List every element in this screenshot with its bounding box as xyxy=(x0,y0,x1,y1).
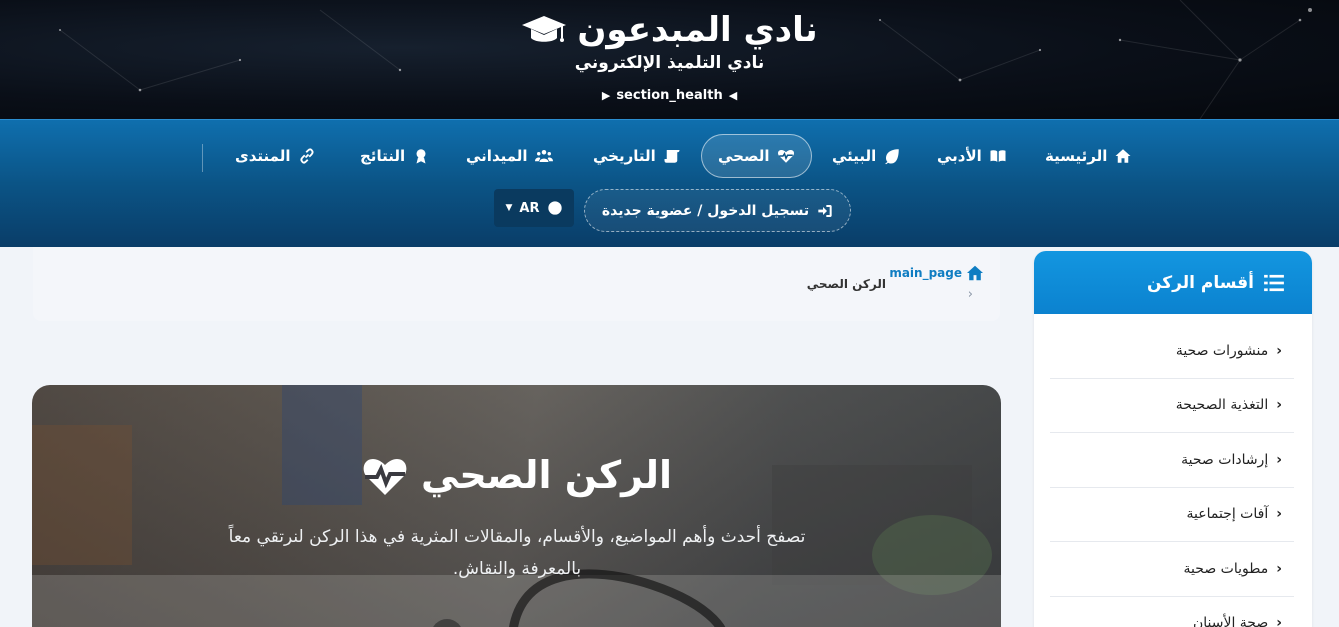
nav-item-label: الصحي xyxy=(718,147,770,165)
chevron-left-icon: ‹ xyxy=(1276,397,1282,414)
sidebar-item[interactable]: ‹ إرشادات صحية xyxy=(1050,433,1294,488)
sidebar-item-label: التغذية الصحيحة xyxy=(1175,397,1269,414)
login-register-label: تسجيل الدخول / عضوية جديدة xyxy=(601,202,810,219)
chevron-left-icon: ‹ xyxy=(1276,451,1282,468)
nav-item-environment[interactable]: البيئي xyxy=(832,134,901,178)
section-indicator: ◀ section_health ▶ xyxy=(0,88,1339,103)
nav-item-field[interactable]: الميداني xyxy=(466,134,553,178)
nav-menu: الرئيسية الأدبي البيئي الصحي التاريخي ال… xyxy=(0,134,1339,178)
sidebar-item-label: آفات إجتماعية xyxy=(1186,506,1269,523)
link-icon xyxy=(299,148,314,164)
site-title[interactable]: نادي المبدعون xyxy=(0,10,1339,50)
nav-item-label: التاريخي xyxy=(593,147,656,165)
sections-sidebar: أقسام الركن ‹ منشورات صحية ‹ التغذية الصحي… xyxy=(1034,251,1312,627)
graduation-cap-icon xyxy=(522,16,567,42)
nav-item-label: المنتدى xyxy=(235,147,291,165)
nav-item-label: الميداني xyxy=(466,147,528,165)
language-label: AR xyxy=(519,200,540,216)
hero-banner: الركن الصحي تصفح أحدث وأهم المواضيع، وال… xyxy=(32,385,1001,627)
leaf-icon xyxy=(885,149,900,165)
main-navigation: الرئيسية الأدبي البيئي الصحي التاريخي ال… xyxy=(0,119,1339,247)
heartbeat-icon xyxy=(777,150,794,163)
hero-title-text: الركن الصحي xyxy=(420,453,673,497)
hero-title: الركن الصحي xyxy=(32,453,1001,497)
sidebar-item-label: مطويات صحية xyxy=(1183,560,1269,577)
book-icon xyxy=(990,150,1006,162)
chevron-separator-icon: ‹ xyxy=(967,287,973,302)
breadcrumb-current: الركن الصحي xyxy=(806,277,886,291)
nav-item-literary[interactable]: الأدبي xyxy=(937,134,1007,178)
home-icon xyxy=(1115,149,1131,163)
triangle-left-icon: ◀ xyxy=(728,89,738,102)
sidebar-item-label: إرشادات صحية xyxy=(1181,451,1269,468)
chevron-left-icon: ‹ xyxy=(1276,560,1282,577)
sidebar-item-label: منشورات صحية xyxy=(1175,342,1269,359)
sidebar-item-label: صحة الأسنان xyxy=(1192,615,1269,627)
site-title-text: نادي المبدعون xyxy=(577,10,818,50)
sidebar-item[interactable]: ‹ التغذية الصحيحة xyxy=(1050,379,1294,433)
nav-item-results[interactable]: النتائج xyxy=(360,134,430,178)
nav-item-health[interactable]: الصحي xyxy=(701,134,812,178)
nav-item-label: الأدبي xyxy=(937,147,982,165)
sidebar-item[interactable]: ‹ مطويات صحية xyxy=(1050,542,1294,597)
sidebar-item[interactable]: ‹ منشورات صحية xyxy=(1050,324,1294,379)
scroll-icon xyxy=(664,150,680,163)
chevron-left-icon: ‹ xyxy=(1276,615,1282,627)
sign-in-icon xyxy=(818,204,832,217)
chevron-left-icon: ‹ xyxy=(1276,342,1282,359)
sidebar-title: أقسام الركن xyxy=(1147,272,1254,293)
award-icon xyxy=(416,149,426,164)
breadcrumb-home-label: main_page xyxy=(889,266,962,280)
breadcrumb-home-link[interactable]: main_page xyxy=(889,265,984,281)
nav-item-forum[interactable]: المنتدى xyxy=(235,134,316,178)
site-header: نادي المبدعون نادي التلميذ الإلكتروني ◀ … xyxy=(0,0,1339,119)
sidebar-item[interactable]: ‹ صحة الأسنان xyxy=(1050,597,1294,627)
nav-item-label: النتائج xyxy=(360,147,406,165)
nav-item-label: الرئيسية xyxy=(1045,147,1108,165)
language-selector[interactable]: AR ▼ xyxy=(494,189,574,227)
login-register-button[interactable]: تسجيل الدخول / عضوية جديدة xyxy=(584,189,851,232)
section-label: section_health xyxy=(616,88,723,103)
site-subtitle: نادي التلميذ الإلكتروني xyxy=(574,53,765,73)
users-icon xyxy=(534,150,553,162)
sidebar-header: أقسام الركن xyxy=(1034,251,1312,314)
sidebar-list: ‹ منشورات صحية ‹ التغذية الصحيحة ‹ إرشادات … xyxy=(1034,324,1312,627)
hero-description: تصفح أحدث وأهم المواضيع، والأقسام، والمق… xyxy=(228,527,806,579)
caret-down-icon: ▼ xyxy=(505,203,513,213)
home-icon xyxy=(967,265,983,281)
sidebar-item[interactable]: ‹ آفات إجتماعية xyxy=(1050,488,1294,542)
chevron-left-icon: ‹ xyxy=(1276,506,1282,523)
triangle-right-icon: ▶ xyxy=(601,89,611,102)
list-icon xyxy=(1264,274,1284,291)
breadcrumb: main_page ‹ الركن الصحي xyxy=(33,247,1000,321)
nav-item-home[interactable]: الرئيسية xyxy=(1045,134,1132,178)
heartbeat-icon xyxy=(363,459,407,495)
nav-divider xyxy=(202,144,203,172)
nav-item-label: البيئي xyxy=(832,147,877,165)
nav-item-history[interactable]: التاريخي xyxy=(593,134,681,178)
globe-icon xyxy=(547,201,562,215)
hero-background-image xyxy=(32,385,1001,627)
